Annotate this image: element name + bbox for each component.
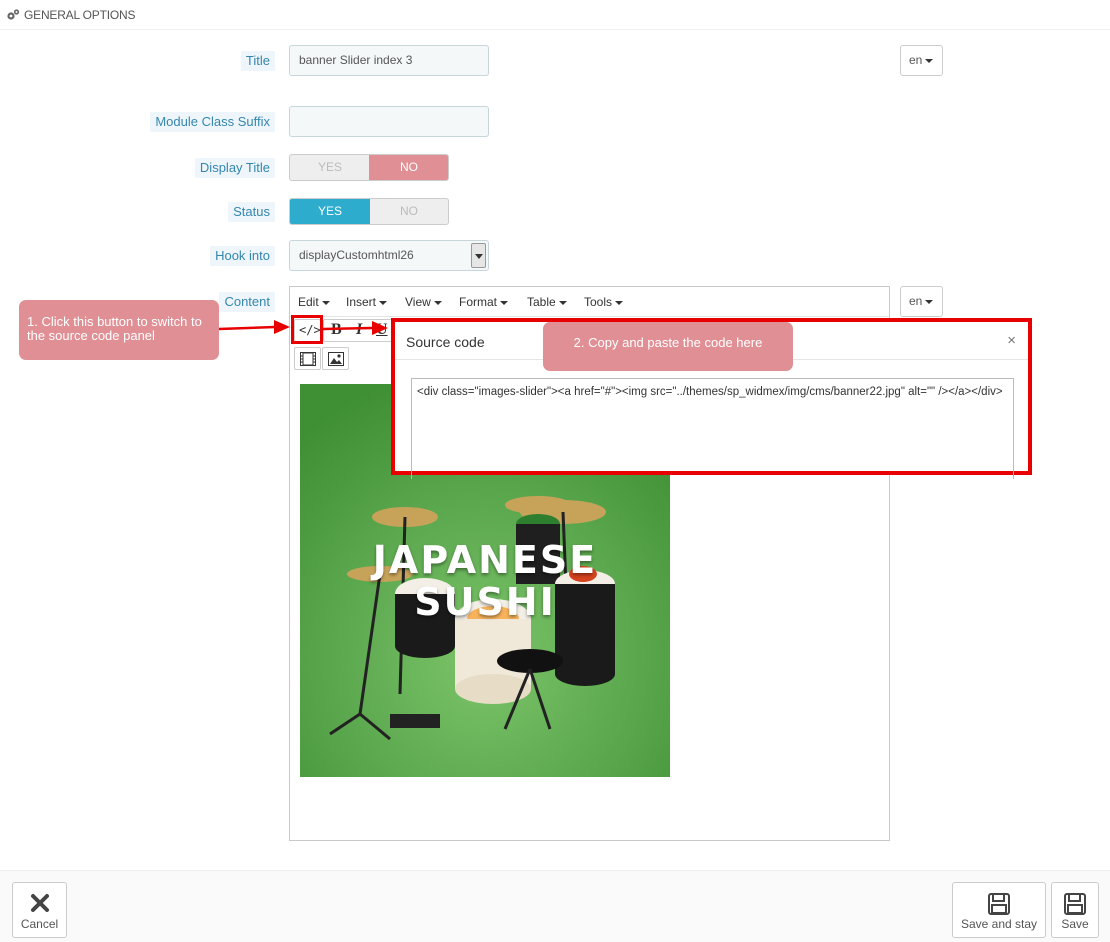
cancel-label: Cancel — [20, 917, 59, 931]
display-title-switch: YES NO — [289, 154, 449, 181]
hook-into-label: Hook into — [210, 246, 275, 266]
editor-menubar: Edit Insert View Format Table Tools — [290, 287, 889, 317]
menu-table[interactable]: Table — [527, 295, 567, 309]
banner-headline: JAPANESE SUSHI — [300, 539, 670, 623]
display-title-label: Display Title — [194, 158, 275, 178]
language-code: en — [909, 294, 923, 308]
hook-into-value: displayCustomhtml26 — [299, 248, 414, 262]
source-code-textarea[interactable]: <div class="images-slider"><a href="#"><… — [411, 378, 1014, 479]
menu-tools[interactable]: Tools — [584, 295, 624, 309]
display-title-yes[interactable]: YES — [290, 155, 370, 180]
form-footer: Cancel Save and stay Save — [0, 870, 1110, 942]
annotation-highlight-box — [291, 315, 323, 344]
content-language-dropdown[interactable]: en — [900, 286, 943, 317]
hook-into-select[interactable]: displayCustomhtml26 — [289, 240, 489, 271]
status-switch: YES NO — [289, 198, 449, 225]
menu-edit[interactable]: Edit — [298, 295, 330, 309]
save-and-stay-label: Save and stay — [960, 917, 1038, 931]
content-label: Content — [219, 292, 275, 312]
bold-button[interactable]: B — [331, 321, 342, 339]
panel-title: GENERAL OPTIONS — [24, 8, 136, 22]
banner-line-1: JAPANESE — [372, 538, 598, 582]
caret-down-icon — [925, 58, 934, 63]
arrow-1 — [218, 325, 276, 331]
display-title-no[interactable]: NO — [369, 155, 448, 180]
callout-step-1: 1. Click this button to switch to the so… — [19, 300, 219, 360]
save-and-stay-button[interactable]: Save and stay — [952, 882, 1046, 938]
banner-line-2: SUSHI — [414, 580, 556, 624]
caret-down-icon — [925, 299, 934, 304]
language-code: en — [909, 53, 923, 67]
status-no[interactable]: NO — [369, 199, 448, 224]
floppy-disk-icon — [1064, 893, 1086, 915]
status-label: Status — [228, 202, 275, 222]
title-label: Title — [240, 51, 275, 71]
status-yes[interactable]: YES — [290, 199, 370, 224]
menu-view[interactable]: View — [405, 295, 442, 309]
select-arrow-icon — [471, 243, 486, 268]
insert-image-button[interactable] — [322, 347, 349, 370]
film-icon — [300, 352, 316, 366]
arrowhead-1 — [274, 320, 290, 334]
menu-format[interactable]: Format — [459, 295, 509, 309]
underline-button[interactable]: U — [376, 321, 388, 339]
save-label: Save — [1061, 917, 1089, 931]
module-class-suffix-label: Module Class Suffix — [150, 112, 275, 132]
insert-video-button[interactable] — [294, 347, 321, 370]
italic-button[interactable]: I — [356, 321, 362, 339]
image-icon — [328, 352, 344, 366]
menu-insert[interactable]: Insert — [346, 295, 388, 309]
callout-step-2: 2. Copy and paste the code here — [543, 322, 793, 371]
cancel-button[interactable]: Cancel — [12, 882, 67, 938]
dialog-title: Source code — [406, 334, 485, 350]
floppy-disk-icon — [988, 893, 1010, 915]
cogs-icon — [7, 9, 20, 20]
save-button[interactable]: Save — [1051, 882, 1099, 938]
module-class-suffix-input[interactable] — [289, 106, 489, 137]
title-language-dropdown[interactable]: en — [900, 45, 943, 76]
close-icon — [30, 894, 49, 912]
panel-heading: GENERAL OPTIONS — [0, 0, 1110, 30]
close-icon[interactable]: × — [1007, 332, 1016, 349]
title-input[interactable]: banner Slider index 3 — [289, 45, 489, 76]
